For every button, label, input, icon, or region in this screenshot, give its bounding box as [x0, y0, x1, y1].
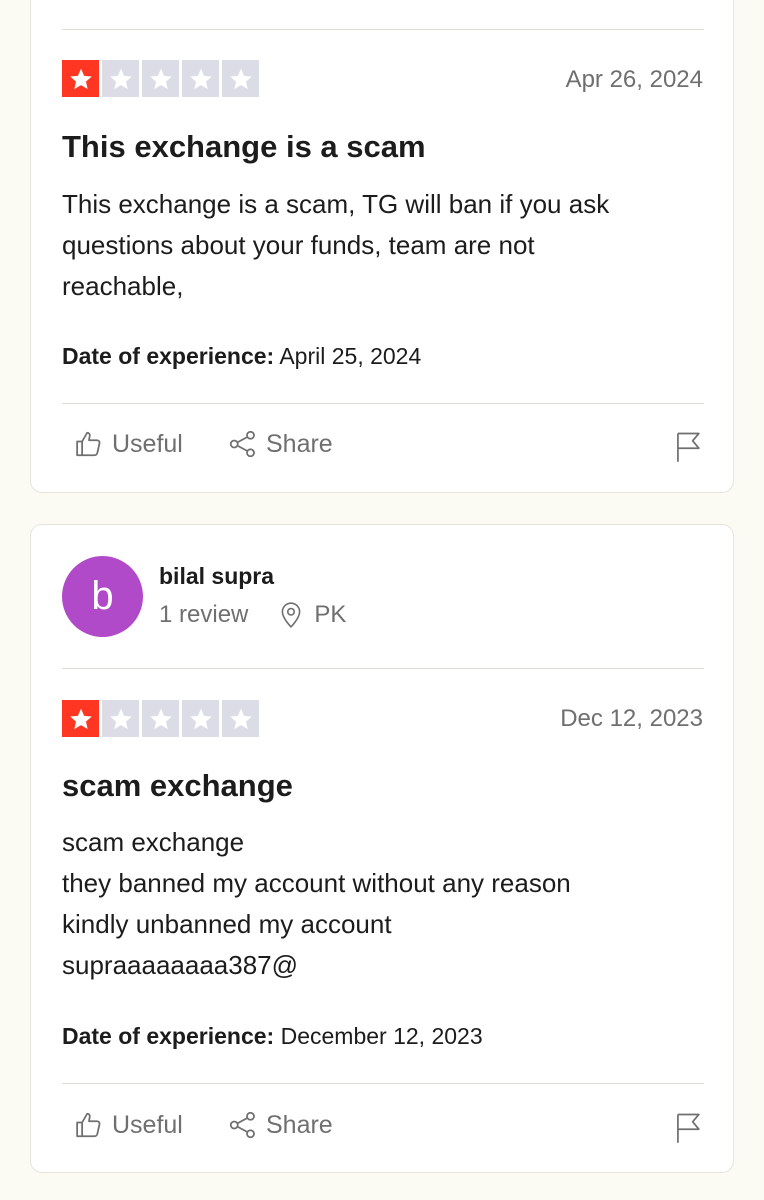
footer-divider: [62, 1083, 704, 1084]
experience-label: Date of experience:: [62, 1023, 275, 1049]
review-body: scam exchange they banned my account wit…: [62, 822, 712, 986]
star-rating: [62, 60, 259, 97]
review-body: This exchange is a scam, TG will ban if …: [62, 184, 712, 307]
country-code: PK: [314, 601, 347, 628]
experience-date: April 25, 2024: [279, 343, 422, 369]
star-icon: [62, 700, 99, 737]
share-icon: [229, 430, 255, 458]
review-body-line: questions about your funds, team are not: [62, 230, 535, 260]
avatar[interactable]: b: [62, 556, 143, 637]
review-body-line: scam exchange: [62, 827, 245, 857]
share-label: Share: [266, 429, 333, 458]
review-actions: Useful Share: [62, 1110, 704, 1150]
star-icon: [222, 60, 259, 97]
star-icon: [142, 700, 179, 737]
review-count: 1 review: [159, 601, 249, 628]
useful-button[interactable]: Useful: [74, 429, 183, 459]
reviewer-meta: 1 review PK: [159, 601, 346, 629]
star-icon: [182, 700, 219, 737]
review-title: scam exchange: [62, 768, 293, 803]
review-body-line: supraaaaaaaa387@: [62, 950, 299, 980]
review-date: Apr 26, 2024: [565, 66, 703, 93]
review-body-line: they banned my account without any reaso…: [62, 868, 571, 898]
star-icon: [102, 60, 139, 97]
experience-label: Date of experience:: [62, 343, 275, 369]
useful-label: Useful: [112, 429, 183, 458]
share-button[interactable]: Share: [228, 1110, 333, 1140]
useful-label: Useful: [112, 1110, 183, 1139]
flag-icon[interactable]: [674, 1112, 704, 1144]
flag-icon[interactable]: [674, 431, 704, 463]
review-date: Dec 12, 2023: [560, 705, 703, 732]
star-icon: [142, 60, 179, 97]
location-pin-icon: [281, 602, 301, 628]
useful-button[interactable]: Useful: [74, 1110, 183, 1140]
date-of-experience: Date of experience: April 25, 2024: [62, 343, 421, 370]
review-actions: Useful Share: [62, 429, 704, 469]
reviewer-name[interactable]: bilal supra: [159, 563, 274, 590]
star-icon: [102, 700, 139, 737]
star-icon: [222, 700, 259, 737]
review-body-line: reachable,: [62, 271, 184, 301]
footer-divider: [62, 403, 704, 404]
review-card: Apr 26, 2024 This exchange is a scam Thi…: [30, 0, 734, 493]
share-icon: [229, 1111, 255, 1139]
thumbs-up-icon: [76, 1112, 101, 1138]
star-rating: [62, 700, 259, 737]
review-card: b bilal supra 1 review PK Dec 12, 2023 s…: [30, 524, 734, 1173]
review-body-line: kindly unbanned my account: [62, 909, 392, 939]
header-divider: [62, 668, 704, 669]
star-icon: [182, 60, 219, 97]
thumbs-up-icon: [76, 431, 101, 457]
header-divider: [62, 29, 704, 30]
star-icon: [62, 60, 99, 97]
review-body-line: This exchange is a scam, TG will ban if …: [62, 189, 610, 219]
experience-date: December 12, 2023: [280, 1023, 483, 1049]
review-title: This exchange is a scam: [62, 129, 426, 164]
share-button[interactable]: Share: [228, 429, 333, 459]
share-label: Share: [266, 1110, 333, 1139]
reviewer-location: PK: [278, 601, 346, 629]
date-of-experience: Date of experience: December 12, 2023: [62, 1023, 483, 1050]
